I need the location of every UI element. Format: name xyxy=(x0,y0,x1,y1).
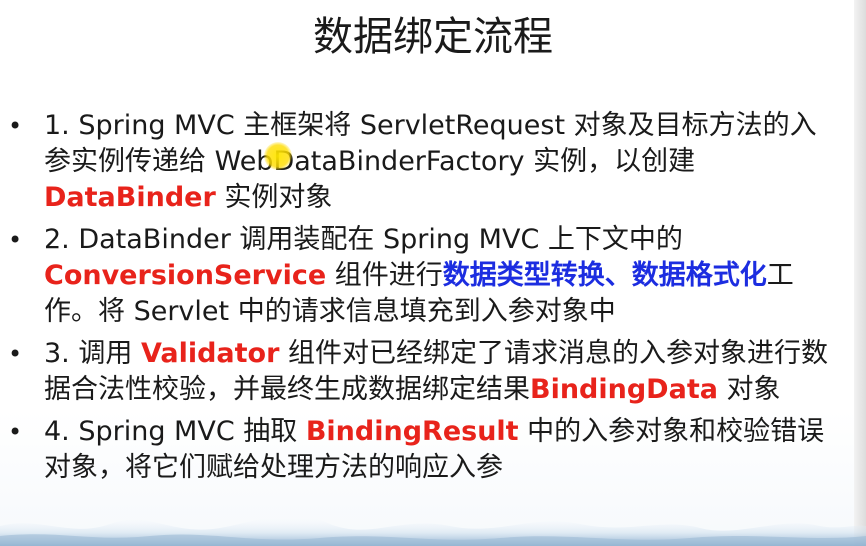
bullet-marker: • xyxy=(8,418,23,446)
slide: 数据绑定流程 • 1. Spring MVC 主框架将 ServletReque… xyxy=(0,0,866,546)
bullet-text: 1. Spring MVC 主框架将 ServletRequest 对象及目标方… xyxy=(44,110,817,177)
bullet-item-2: • 2. DataBinder 调用装配在 Spring MVC 上下文中的 C… xyxy=(0,222,830,330)
emphasis-term: BindingResult xyxy=(305,416,519,447)
emphasis-term: DataBinder xyxy=(44,182,216,213)
emphasis-term: Validator xyxy=(140,338,280,369)
bullet-item-1: • 1. Spring MVC 主框架将 ServletRequest 对象及目… xyxy=(0,108,830,216)
emphasis-term: ConversionService xyxy=(44,260,327,291)
window-edge-strip xyxy=(854,0,866,546)
water-splash-decoration xyxy=(0,515,866,546)
bullet-text: 组件进行 xyxy=(326,260,443,291)
bullet-text: 4. Spring MVC 抽取 xyxy=(44,416,306,447)
bullet-text: 对象 xyxy=(717,374,781,405)
cursor-highlight-icon xyxy=(264,142,292,170)
bullet-text: 2. DataBinder 调用装配在 Spring MVC 上下文中的 xyxy=(44,224,683,255)
bullet-marker: • xyxy=(8,340,23,368)
bullet-item-3: • 3. 调用 Validator 组件对已经绑定了请求消息的入参对象进行数据合… xyxy=(0,336,830,408)
bullet-marker: • xyxy=(8,112,23,140)
bullet-list: • 1. Spring MVC 主框架将 ServletRequest 对象及目… xyxy=(0,108,830,492)
bullet-text: 实例对象 xyxy=(215,182,333,213)
emphasis-phrase: 数据类型转换、数据格式化 xyxy=(442,260,767,291)
bullet-marker: • xyxy=(8,226,23,254)
slide-title: 数据绑定流程 xyxy=(313,14,553,60)
bullet-text: 3. 调用 xyxy=(44,338,141,369)
emphasis-term: BindingData xyxy=(530,374,718,405)
